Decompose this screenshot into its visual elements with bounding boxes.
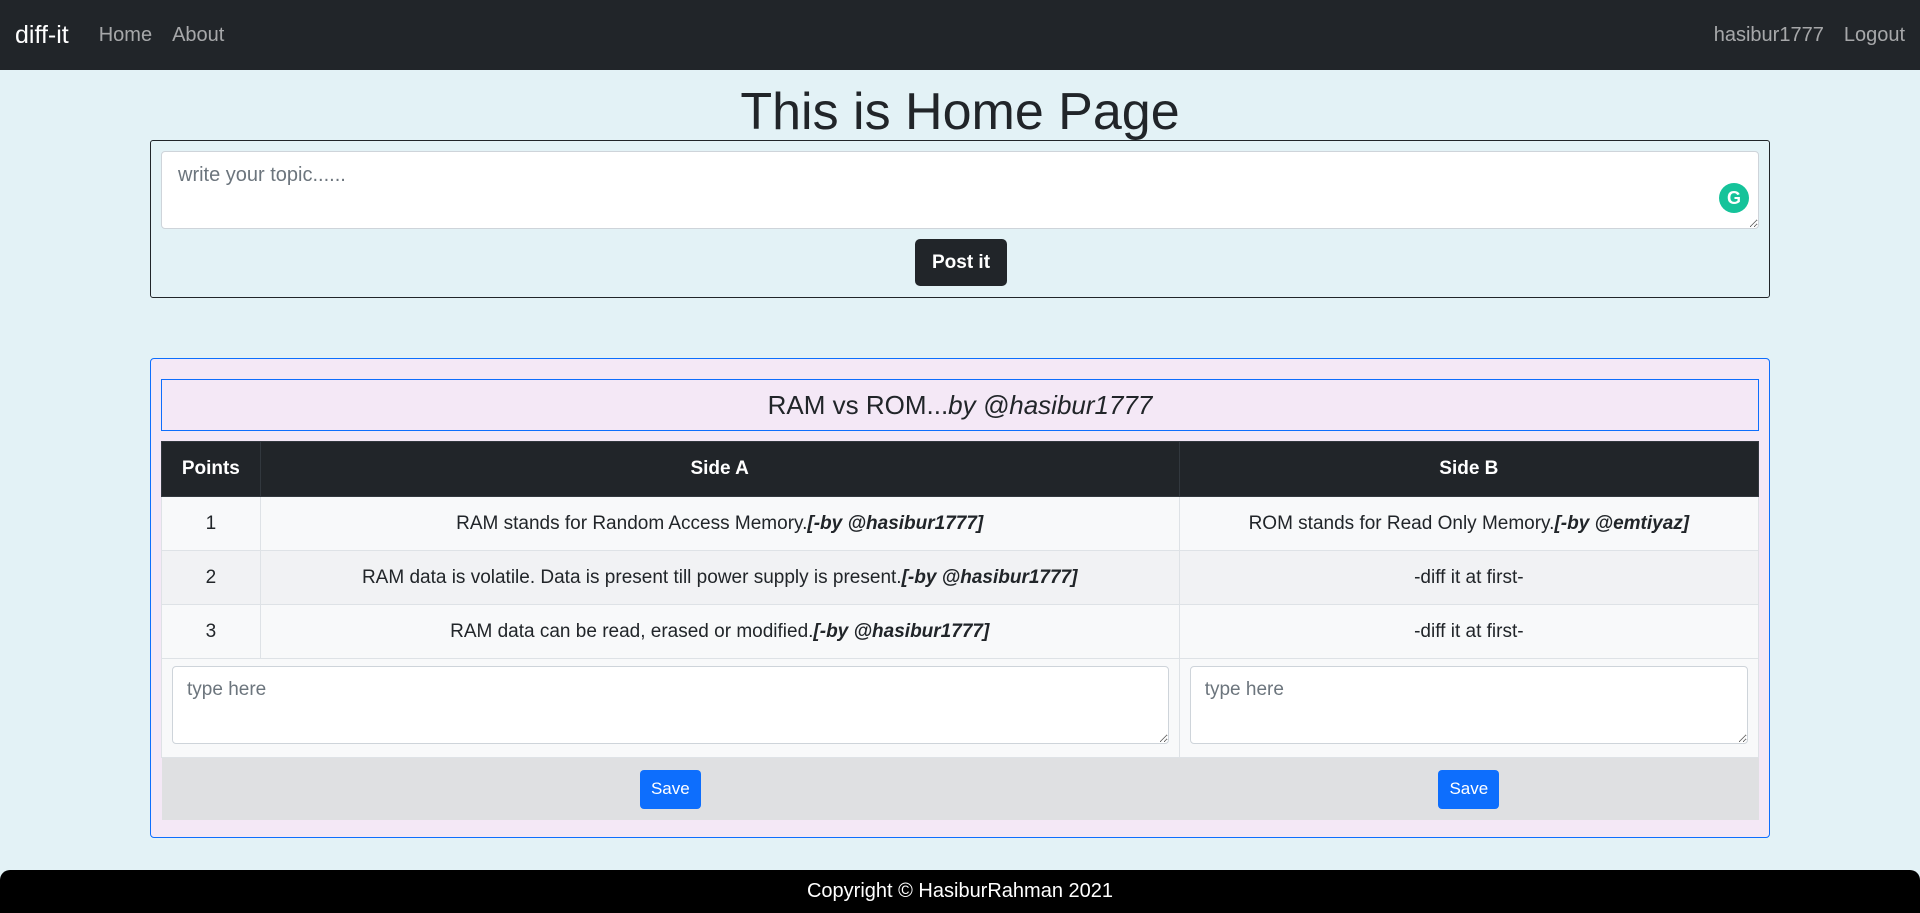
- nav-about-link[interactable]: About: [172, 24, 224, 47]
- side-a-text: RAM data can be read, erased or modified…: [450, 620, 814, 642]
- side-b-input-cell: [1178, 658, 1760, 758]
- footer: Copyright © HasiburRahman 2021: [0, 870, 1920, 913]
- topic-author: by @hasibur1777: [948, 389, 1153, 420]
- point-number: 3: [161, 604, 261, 659]
- save-row: Save Save: [161, 757, 1759, 820]
- brand-link[interactable]: diff-it: [15, 21, 69, 50]
- side-a-author: [-by @hasibur1777]: [813, 620, 990, 642]
- page-title: This is Home Page: [740, 83, 1180, 141]
- header-side-b: Side B: [1178, 441, 1760, 497]
- input-row: [161, 658, 1760, 758]
- post-topic-form: G Post it: [150, 140, 1770, 298]
- side-b-author: [-by @emtiyaz]: [1554, 512, 1690, 534]
- side-a-text: RAM data is volatile. Data is present ti…: [361, 566, 902, 588]
- table-header-row: Points Side A Side B: [161, 441, 1760, 497]
- nav-logout-link[interactable]: Logout: [1844, 24, 1905, 47]
- copyright-text: Copyright © HasiburRahman 2021: [806, 880, 1113, 902]
- point-number: 1: [161, 496, 261, 551]
- post-it-button[interactable]: Post it: [915, 239, 1007, 286]
- side-b-text: -diff it at first-: [1414, 620, 1524, 642]
- header-side-a: Side A: [259, 441, 1180, 497]
- navbar: diff-it Home About hasibur1777 Logout: [0, 0, 1920, 70]
- side-a-input[interactable]: [172, 666, 1169, 744]
- side-a-text: RAM stands for Random Access Memory.: [456, 512, 808, 534]
- side-a-input-cell: [161, 658, 1180, 758]
- table-row: 3 RAM data can be read, erased or modifi…: [161, 604, 1760, 659]
- side-b-cell: ROM stands for Read Only Memory.[-by @em…: [1178, 496, 1760, 551]
- save-b-cell: Save: [1179, 757, 1759, 820]
- diff-card: RAM vs ROM... by @hasibur1777 Points Side…: [150, 358, 1770, 838]
- side-b-input[interactable]: [1189, 666, 1748, 744]
- side-b-text: -diff it at first-: [1414, 566, 1524, 588]
- side-a-cell: RAM data can be read, erased or modified…: [259, 604, 1180, 659]
- point-number: 2: [161, 550, 261, 605]
- save-a-cell: Save: [161, 757, 1180, 820]
- nav-user-link[interactable]: hasibur1777: [1714, 24, 1824, 47]
- header-points: Points: [161, 441, 261, 497]
- nav-home-link[interactable]: Home: [99, 24, 152, 47]
- diff-table: Points Side A Side B 1 RAM stands for Ra…: [161, 441, 1760, 820]
- side-a-author: [-by @hasibur1777]: [901, 566, 1078, 588]
- save-side-b-button[interactable]: Save: [1438, 769, 1500, 809]
- table-row: 2 RAM data is volatile. Data is present …: [161, 550, 1760, 605]
- side-a-cell: RAM stands for Random Access Memory.[-by…: [259, 496, 1180, 551]
- grammarly-icon[interactable]: G: [1719, 183, 1749, 213]
- nav-right: hasibur1777 Logout: [1694, 24, 1905, 47]
- save-side-a-button[interactable]: Save: [639, 769, 701, 809]
- topic-title-text: RAM vs ROM...: [767, 389, 949, 420]
- side-a-cell: RAM data is volatile. Data is present ti…: [259, 550, 1180, 605]
- topic-title: RAM vs ROM... by @hasibur1777: [161, 379, 1759, 431]
- side-b-text: ROM stands for Read Only Memory.: [1248, 512, 1555, 534]
- side-b-cell: -diff it at first-: [1178, 604, 1760, 659]
- table-row: 1 RAM stands for Random Access Memory.[-…: [161, 496, 1760, 551]
- nav-left: diff-it Home About: [15, 21, 244, 50]
- side-b-cell: -diff it at first-: [1178, 550, 1760, 605]
- topic-input[interactable]: [161, 151, 1759, 229]
- side-a-author: [-by @hasibur1777]: [807, 512, 984, 534]
